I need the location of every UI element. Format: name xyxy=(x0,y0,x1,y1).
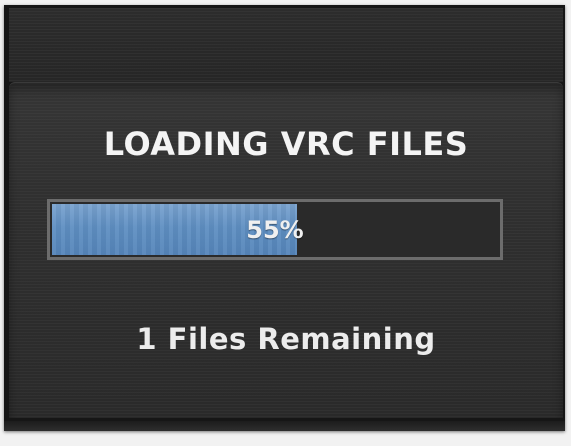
progress-bar: 55% xyxy=(47,199,503,260)
dialog-title: LOADING VRC FILES xyxy=(103,125,469,163)
dialog-bottom-edge xyxy=(4,421,565,431)
files-remaining-status: 1 Files Remaining xyxy=(136,322,436,356)
loading-dialog: LOADING VRC FILES 55% 1 Files Remaining xyxy=(4,5,565,431)
dialog-header-band xyxy=(9,8,563,82)
progress-percent-label: 55% xyxy=(246,215,304,244)
dialog-content-panel: LOADING VRC FILES 55% 1 Files Remaining xyxy=(9,82,563,418)
